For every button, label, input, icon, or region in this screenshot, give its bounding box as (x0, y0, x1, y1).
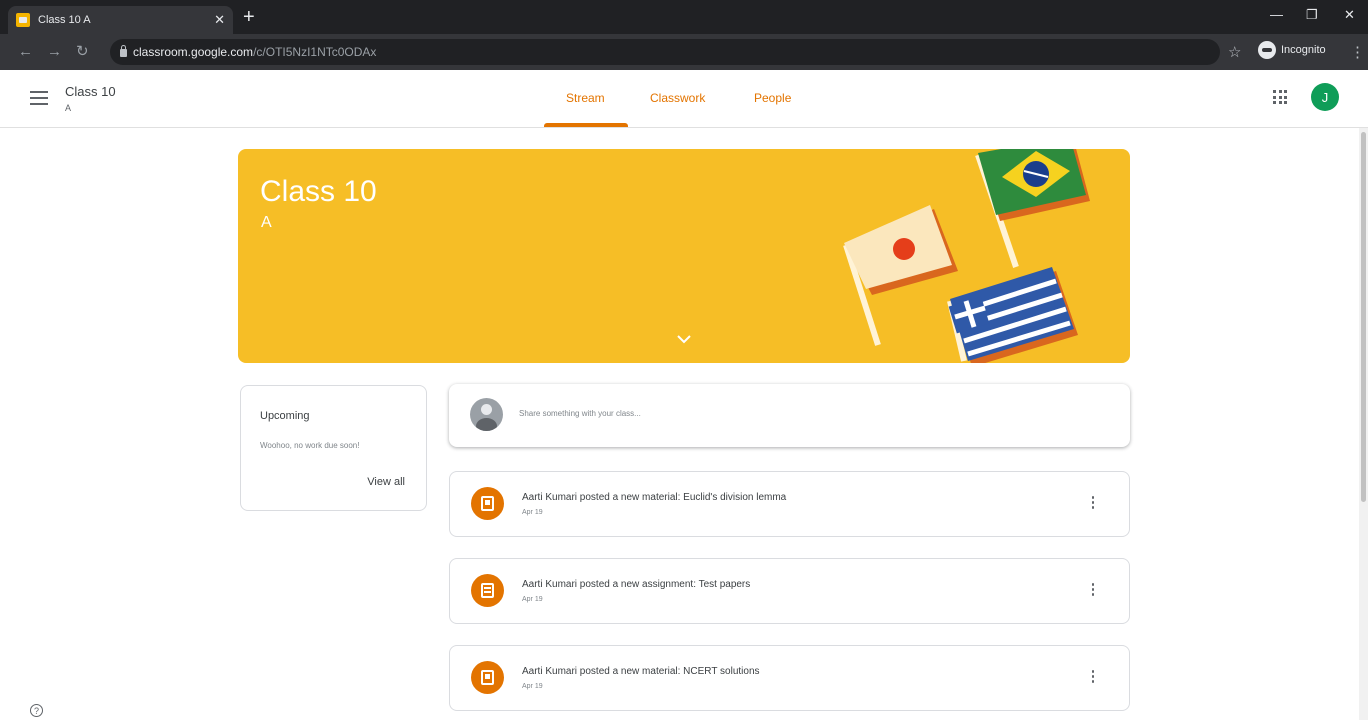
post-date: Apr 19 (522, 509, 543, 516)
banner-class-title[interactable]: Class 10 (260, 175, 377, 209)
user-avatar-placeholder-icon (470, 398, 503, 431)
help-icon[interactable]: ? (30, 704, 43, 717)
url-host: classroom.google.com (133, 45, 254, 59)
post-more-options-icon[interactable] (1090, 583, 1096, 599)
close-window-button[interactable]: ✕ (1344, 7, 1355, 23)
classroom-favicon-icon (16, 13, 30, 27)
upcoming-message: Woohoo, no work due soon! (260, 441, 360, 450)
browser-tab[interactable]: Class 10 A ✕ (8, 6, 233, 34)
assignment-post-icon (471, 574, 504, 607)
bookmark-star-icon[interactable]: ☆ (1228, 43, 1241, 61)
banner-class-section: A (261, 214, 272, 231)
share-placeholder: Share something with your class... (519, 409, 641, 418)
reload-icon[interactable]: ↻ (76, 43, 89, 61)
browser-toolbar: ← → ↻ classroom.google.com/c/OTI5NzI1NTc… (0, 34, 1368, 70)
incognito-profile-button[interactable]: Incognito (1258, 41, 1326, 59)
browser-menu-icon[interactable]: ⋮ (1350, 43, 1365, 61)
header-class-name[interactable]: Class 10 (65, 84, 116, 99)
view-all-link[interactable]: View all (367, 476, 405, 488)
maximize-button[interactable]: ❐ (1306, 7, 1318, 23)
share-with-class-box[interactable]: Share something with your class... (449, 384, 1130, 447)
post-text: Aarti Kumari posted a new material: Eucl… (522, 492, 787, 503)
new-tab-button[interactable]: + (243, 7, 255, 27)
header-class-section: A (65, 103, 72, 113)
google-apps-icon[interactable] (1273, 90, 1287, 104)
stream-post[interactable]: Aarti Kumari posted a new material: NCER… (449, 645, 1130, 711)
flags-illustration-icon (843, 149, 1090, 363)
tab-people[interactable]: People (754, 91, 791, 105)
tab-classwork[interactable]: Classwork (650, 91, 705, 105)
post-date: Apr 19 (522, 596, 543, 603)
stream-post[interactable]: Aarti Kumari posted a new material: Eucl… (449, 471, 1130, 537)
incognito-label: Incognito (1281, 44, 1326, 56)
browser-tab-strip: Class 10 A ✕ + — ❐ ✕ (0, 0, 1368, 34)
material-post-icon (471, 661, 504, 694)
upcoming-card: Upcoming Woohoo, no work due soon! View … (240, 385, 427, 511)
tab-title: Class 10 A (38, 14, 91, 26)
lock-icon (120, 45, 127, 57)
post-text: Aarti Kumari posted a new material: NCER… (522, 666, 760, 677)
tab-close-icon[interactable]: ✕ (214, 12, 225, 28)
forward-arrow-icon[interactable]: → (47, 43, 62, 61)
incognito-icon (1258, 41, 1276, 59)
stream-post[interactable]: Aarti Kumari posted a new assignment: Te… (449, 558, 1130, 624)
post-text: Aarti Kumari posted a new assignment: Te… (522, 579, 751, 590)
page-scrollbar-thumb[interactable] (1361, 132, 1366, 502)
app-header: Class 10 A Stream Classwork People J (0, 70, 1368, 128)
minimize-button[interactable]: — (1270, 7, 1283, 22)
upcoming-title: Upcoming (260, 410, 310, 422)
tab-stream[interactable]: Stream (566, 91, 605, 105)
post-date: Apr 19 (522, 683, 543, 690)
main-menu-icon[interactable] (30, 91, 48, 105)
back-arrow-icon[interactable]: ← (18, 43, 33, 61)
chevron-down-icon[interactable] (674, 329, 694, 349)
material-post-icon (471, 487, 504, 520)
url-path: /c/OTI5NzI1NTc0ODAx (253, 45, 377, 59)
class-banner: Class 10 A (238, 149, 1130, 363)
post-more-options-icon[interactable] (1090, 496, 1096, 512)
user-avatar[interactable]: J (1311, 83, 1339, 111)
address-bar[interactable]: classroom.google.com/c/OTI5NzI1NTc0ODAx (110, 39, 1220, 65)
active-tab-indicator (544, 123, 628, 127)
post-more-options-icon[interactable] (1090, 670, 1096, 686)
